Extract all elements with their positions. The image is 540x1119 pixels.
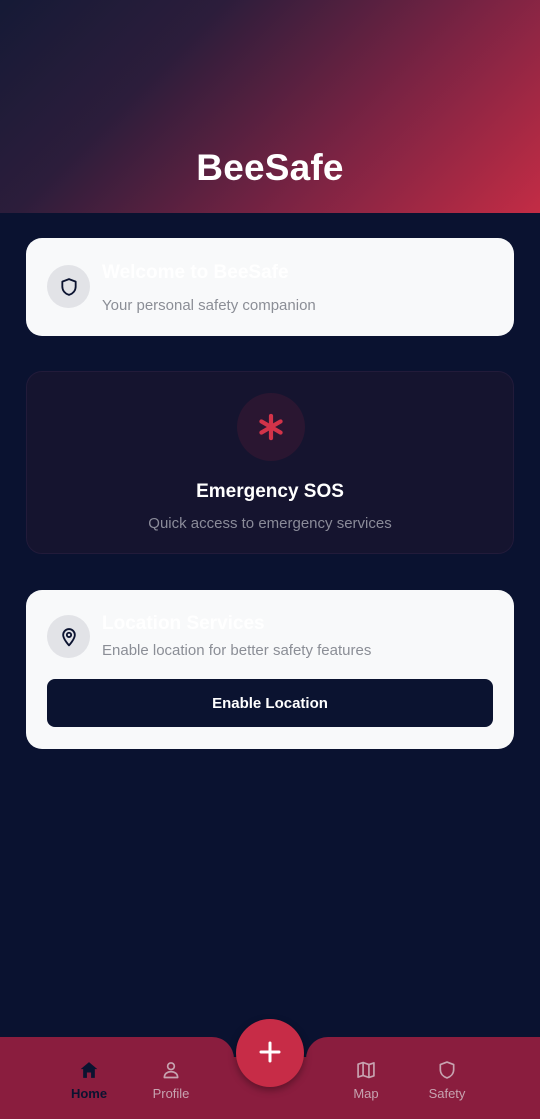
nav-item-safety[interactable]: Safety <box>417 1059 477 1107</box>
nav-item-home[interactable]: Home <box>59 1059 119 1107</box>
location-title: Location Services <box>102 613 265 634</box>
plus-icon <box>258 1040 282 1067</box>
enable-location-button[interactable]: Enable Location <box>47 679 493 727</box>
home-icon <box>78 1059 100 1081</box>
welcome-card: Welcome to BeeSafe Your personal safety … <box>26 238 514 336</box>
nav-label-profile: Profile <box>152 1086 190 1101</box>
add-action-button[interactable] <box>236 1019 304 1087</box>
location-subtitle: Enable location for better safety featur… <box>102 642 372 659</box>
nav-item-profile[interactable]: Profile <box>141 1059 201 1107</box>
shield-icon <box>436 1059 458 1081</box>
app-header: BeeSafe <box>0 0 540 213</box>
nav-label-safety: Safety <box>428 1086 466 1101</box>
nav-label-home: Home <box>70 1086 108 1101</box>
app-screen: BeeSafe Welcome to BeeSafe Your personal… <box>0 0 540 1119</box>
welcome-title: Welcome to BeeSafe <box>102 262 289 283</box>
app-title: BeeSafe <box>196 147 344 188</box>
location-card: Location Services Enable location for be… <box>26 590 514 749</box>
map-icon <box>355 1059 377 1081</box>
sos-title: Emergency SOS <box>196 481 344 502</box>
nav-label-map: Map <box>353 1086 379 1101</box>
asterisk-icon <box>237 393 305 461</box>
sos-subtitle: Quick access to emergency services <box>148 515 392 532</box>
location-pin-icon <box>47 615 90 658</box>
shield-icon <box>47 265 90 308</box>
nav-item-map[interactable]: Map <box>336 1059 396 1107</box>
person-icon <box>160 1059 182 1081</box>
emergency-sos-card[interactable]: Emergency SOS Quick access to emergency … <box>26 371 514 554</box>
welcome-subtitle: Your personal safety companion <box>102 297 316 314</box>
